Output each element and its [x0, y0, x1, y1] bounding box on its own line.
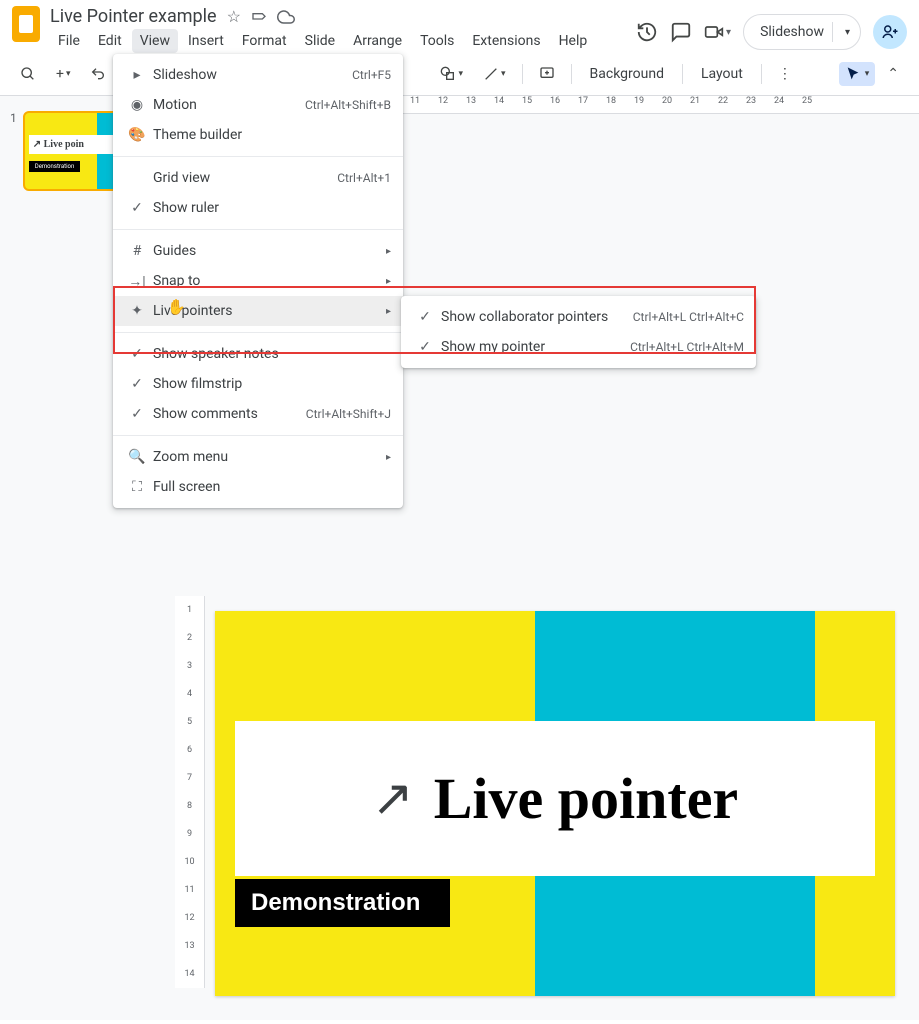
check-icon: ✓: [125, 406, 149, 422]
menu-view[interactable]: View: [132, 29, 178, 53]
menu-full-screen[interactable]: ⛶ Full screen: [113, 472, 403, 502]
cloud-icon[interactable]: [277, 8, 295, 26]
check-icon: ✓: [413, 309, 437, 325]
menu-zoom[interactable]: 🔍 Zoom menu ▸: [113, 442, 403, 472]
thumb-subtitle: Demonstration: [29, 161, 81, 172]
play-icon: ▸: [125, 67, 149, 83]
arrow-icon: ↗: [372, 769, 414, 828]
search-icon[interactable]: [12, 59, 44, 89]
comment-icon[interactable]: [670, 21, 692, 43]
move-icon[interactable]: [251, 9, 267, 25]
check-icon: ✓: [125, 200, 149, 216]
undo-button[interactable]: [82, 59, 114, 89]
check-icon: ✓: [125, 346, 149, 362]
palette-icon: 🎨: [125, 127, 149, 143]
menu-grid-view[interactable]: Grid view Ctrl+Alt+1: [113, 163, 403, 193]
menu-theme-builder[interactable]: 🎨 Theme builder: [113, 120, 403, 150]
submenu-show-my-pointer[interactable]: ✓ Show my pointer Ctrl+Alt+L Ctrl+Alt+M: [401, 332, 756, 362]
fullscreen-icon: ⛶: [125, 479, 149, 495]
menu-show-filmstrip[interactable]: ✓ Show filmstrip: [113, 369, 403, 399]
star-icon[interactable]: ☆: [227, 7, 241, 26]
layout-button[interactable]: Layout: [691, 60, 753, 88]
comment-add-button[interactable]: [531, 59, 563, 89]
document-title[interactable]: Live Pointer example: [50, 6, 217, 27]
line-button[interactable]: ▾: [475, 59, 514, 89]
snap-icon: →|: [125, 273, 149, 290]
slide-canvas[interactable]: ↗ Live pointer Demonstration: [215, 611, 895, 996]
submenu-show-collaborator-pointers[interactable]: ✓ Show collaborator pointers Ctrl+Alt+L …: [401, 302, 756, 332]
vertical-ruler: 1234567891011121314: [175, 596, 205, 988]
meet-icon[interactable]: ▾: [704, 22, 731, 42]
menu-format[interactable]: Format: [234, 29, 295, 53]
background-button[interactable]: Background: [580, 60, 674, 88]
menu-file[interactable]: File: [50, 29, 88, 53]
new-slide-button[interactable]: +▾: [48, 59, 78, 89]
menu-slideshow[interactable]: ▸ Slideshow Ctrl+F5: [113, 60, 403, 90]
menu-show-speaker-notes[interactable]: ✓ Show speaker notes: [113, 339, 403, 369]
menu-guides[interactable]: # Guides ▸: [113, 236, 403, 266]
shape-button[interactable]: ▾: [432, 59, 471, 89]
slideshow-label: Slideshow: [760, 24, 824, 40]
live-pointers-submenu: ✓ Show collaborator pointers Ctrl+Alt+L …: [401, 296, 756, 368]
view-menu-dropdown: ▸ Slideshow Ctrl+F5 ◉ Motion Ctrl+Alt+Sh…: [113, 54, 403, 508]
history-icon[interactable]: [636, 21, 658, 43]
menu-show-comments[interactable]: ✓ Show comments Ctrl+Alt+Shift+J: [113, 399, 403, 429]
more-icon[interactable]: ⋮: [770, 59, 800, 89]
menu-insert[interactable]: Insert: [180, 29, 232, 53]
share-button[interactable]: [873, 15, 907, 49]
menu-show-ruler[interactable]: ✓ Show ruler: [113, 193, 403, 223]
slideshow-button[interactable]: Slideshow ▾: [743, 14, 861, 50]
menu-edit[interactable]: Edit: [90, 29, 130, 53]
pointer-tool[interactable]: ▾: [839, 62, 876, 86]
collapse-icon[interactable]: ⌃: [879, 59, 907, 89]
menubar: File Edit View Insert Format Slide Arran…: [50, 29, 595, 53]
menu-slide[interactable]: Slide: [297, 29, 343, 53]
slide-title-text: Live pointer: [434, 765, 738, 832]
slides-logo[interactable]: [12, 6, 40, 42]
menu-snap-to[interactable]: →| Snap to ▸: [113, 266, 403, 296]
zoom-icon: 🔍: [125, 449, 149, 465]
menu-help[interactable]: Help: [551, 29, 596, 53]
menu-motion[interactable]: ◉ Motion Ctrl+Alt+Shift+B: [113, 90, 403, 120]
hash-icon: #: [125, 243, 149, 259]
menu-arrange[interactable]: Arrange: [345, 29, 410, 53]
slide-title-box[interactable]: ↗ Live pointer: [235, 721, 875, 876]
slideshow-dropdown-icon[interactable]: ▾: [841, 27, 854, 38]
menu-live-pointers[interactable]: ✦ Live pointers ▸: [113, 296, 403, 326]
motion-icon: ◉: [125, 97, 149, 113]
app-header: Live Pointer example ☆ File Edit View In…: [0, 0, 919, 53]
check-icon: ✓: [413, 339, 437, 355]
menu-tools[interactable]: Tools: [412, 29, 462, 53]
check-icon: ✓: [125, 376, 149, 392]
slide-subtitle-box[interactable]: Demonstration: [235, 879, 450, 927]
pointer-icon: ✦: [125, 303, 149, 319]
menu-extensions[interactable]: Extensions: [464, 29, 548, 53]
slide-number: 1: [10, 111, 17, 191]
